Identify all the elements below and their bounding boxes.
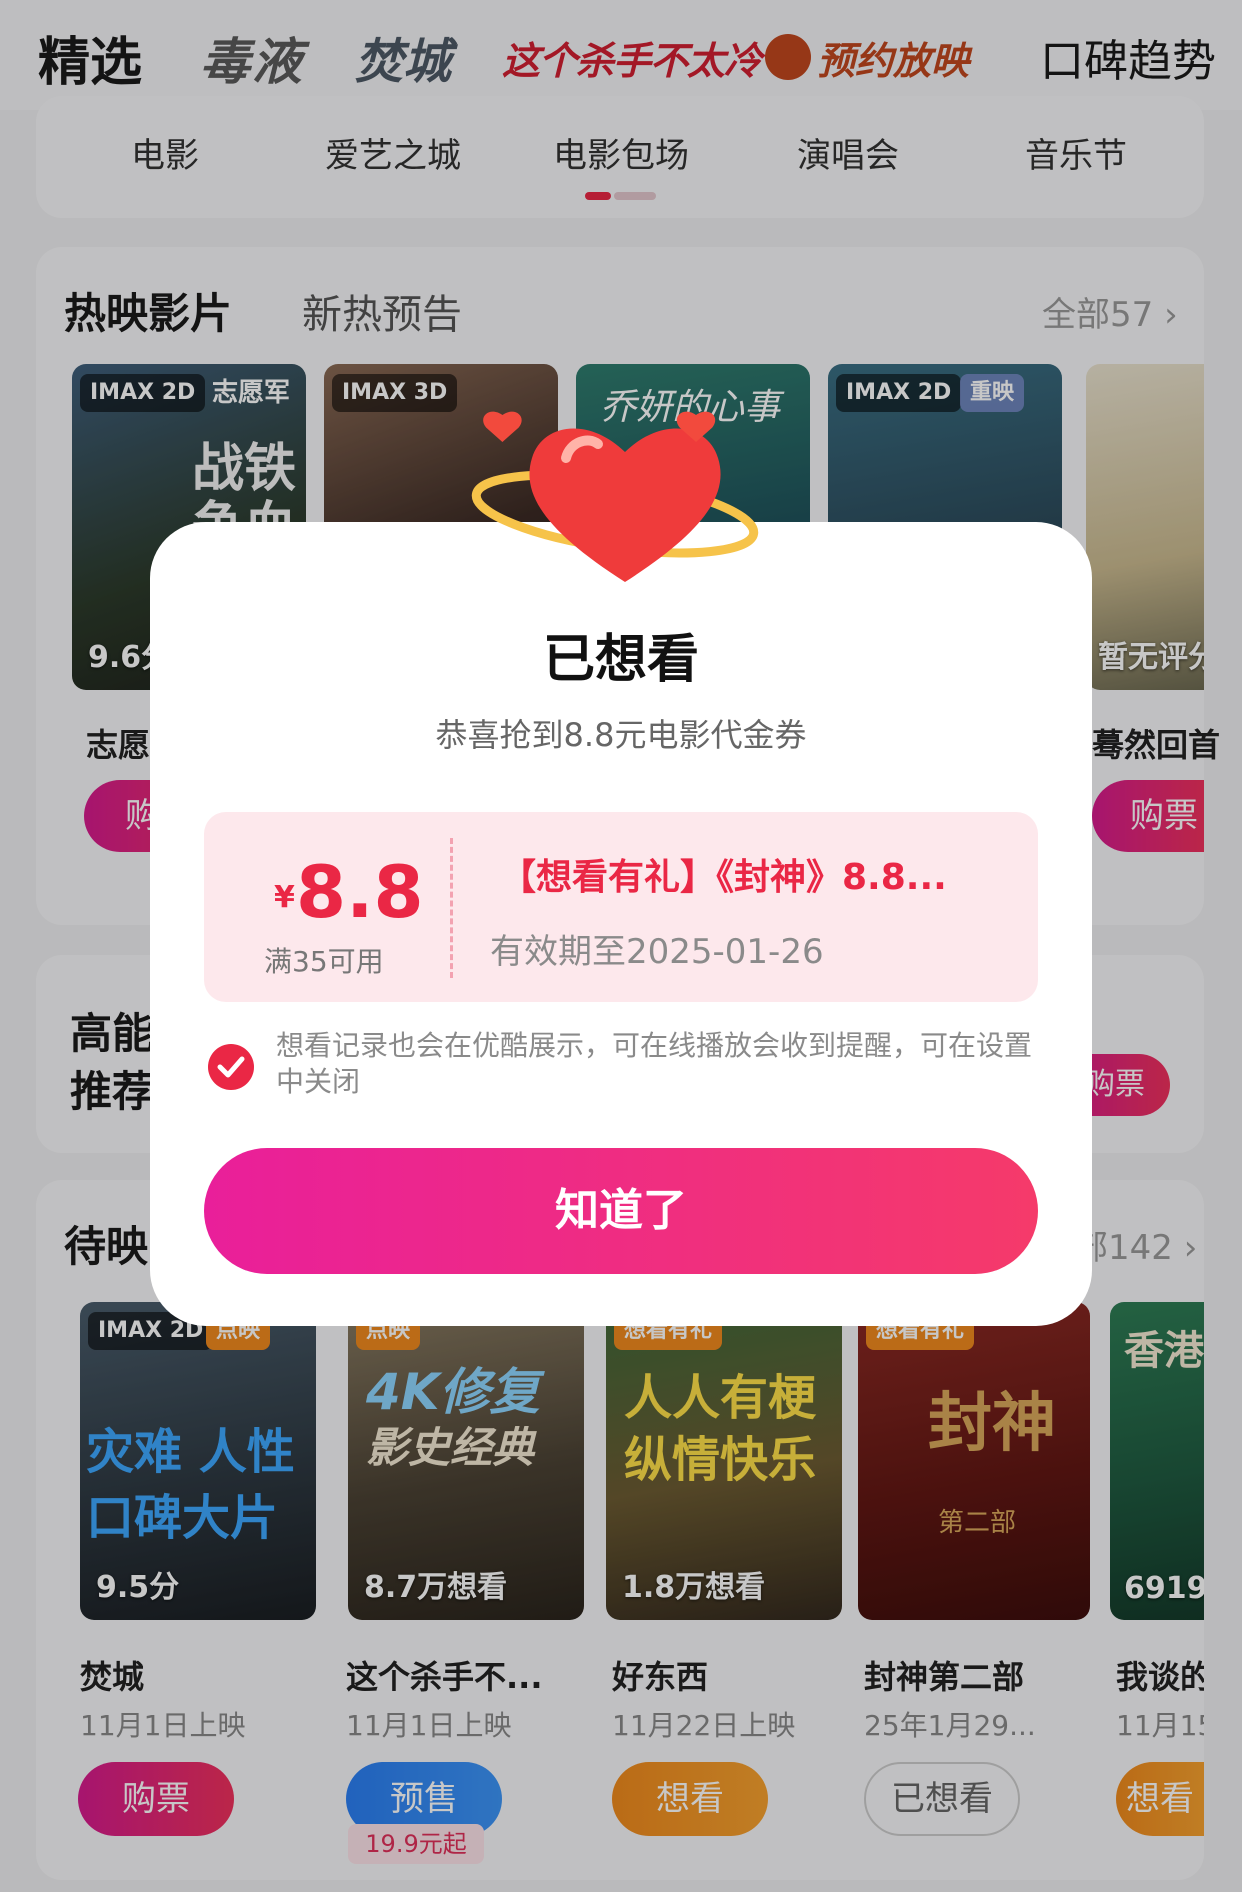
dialog-subtitle: 恭喜抢到8.8元电影代金券 [435,716,807,754]
currency-symbol: ¥ [274,880,295,915]
heart-icon [470,386,780,606]
coupon-divider [450,838,453,978]
coupon-amount: 8.8 [296,850,424,934]
coupon-card: ¥ 8.8 满35可用 【想看有礼】《封神》8.8... 有效期至2025-01… [204,812,1038,1002]
sync-checkbox[interactable] [208,1044,254,1090]
coupon-validity: 有效期至2025-01-26 [490,932,824,972]
checkmark-icon [217,1056,245,1078]
dialog-title: 已想看 [542,630,699,690]
coupon-threshold: 满35可用 [264,945,384,978]
got-it-button[interactable]: 知道了 [204,1148,1038,1274]
sync-note: 想看记录也会在优酷展示，可在线播放会收到提醒，可在设置中关闭 [276,1029,1033,1098]
want-success-dialog: 已想看 恭喜抢到8.8元电影代金券 ¥ 8.8 满35可用 【想看有礼】《封神》… [150,522,1092,1326]
coupon-name: 【想看有礼】《封神》8.8... [500,857,947,898]
